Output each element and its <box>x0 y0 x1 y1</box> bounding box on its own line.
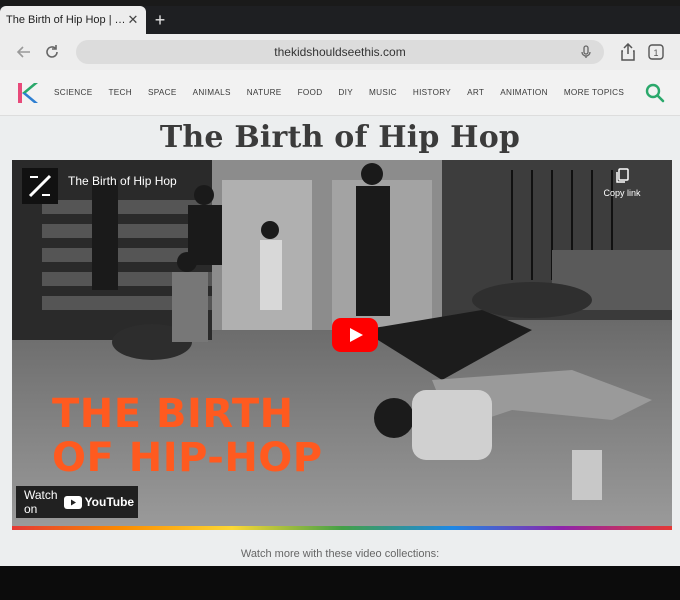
video-title[interactable]: The Birth of Hip Hop <box>68 174 177 188</box>
youtube-play-icon <box>63 495 82 509</box>
overlay-line-1: THE BIRTH <box>52 391 294 437</box>
nav-item-more-topics[interactable]: MORE TOPICS <box>564 88 624 97</box>
address-bar[interactable]: thekidshouldseethis.com <box>76 40 604 64</box>
youtube-wordmark: YouTube <box>84 495 135 509</box>
nav-item-animals[interactable]: ANIMALS <box>193 88 231 97</box>
ipad-device: The Birth of Hip Hop | Th ✕ + thekidshou… <box>0 0 680 600</box>
copy-link-icon <box>616 168 629 183</box>
nav-item-food[interactable]: FOOD <box>298 88 323 97</box>
tab-title: The Birth of Hip Hop | Th <box>6 14 126 26</box>
channel-logo[interactable] <box>22 168 58 204</box>
rainbow-divider <box>12 526 672 530</box>
youtube-logo: YouTube <box>63 495 135 509</box>
collections-caption: Watch more with these video collections: <box>240 548 440 560</box>
browser-screen: The Birth of Hip Hop | Th ✕ + thekidshou… <box>0 0 680 566</box>
nav-item-animation[interactable]: ANIMATION <box>500 88 548 97</box>
site-logo[interactable] <box>14 79 42 107</box>
nav-item-music[interactable]: MUSIC <box>369 88 397 97</box>
tabs-icon[interactable]: 1 <box>642 38 670 66</box>
tab-strip: The Birth of Hip Hop | Th ✕ + <box>0 6 680 34</box>
url-text: thekidshouldseethis.com <box>274 45 406 59</box>
search-icon[interactable] <box>644 82 666 104</box>
nav-item-history[interactable]: HISTORY <box>413 88 451 97</box>
mic-icon[interactable] <box>578 44 594 60</box>
tab-count: 1 <box>653 48 658 58</box>
copy-link-button[interactable]: Copy link <box>592 168 652 198</box>
thumbnail-overlay-title: THE BIRTH OF HIP-HOP <box>52 392 323 480</box>
reload-icon[interactable] <box>38 38 66 66</box>
browser-tab[interactable]: The Birth of Hip Hop | Th ✕ <box>0 6 146 34</box>
site-nav: SCIENCE TECH SPACE ANIMALS NATURE FOOD D… <box>0 70 680 116</box>
tab-close-icon[interactable]: ✕ <box>126 13 140 27</box>
overlay-line-2: OF HIP-HOP <box>52 435 323 481</box>
nav-item-art[interactable]: ART <box>467 88 484 97</box>
nav-item-diy[interactable]: DIY <box>338 88 353 97</box>
watch-on-label: Watch on <box>24 488 58 516</box>
watch-on-youtube-button[interactable]: Watch on YouTube <box>16 486 138 518</box>
nav-item-tech[interactable]: TECH <box>109 88 133 97</box>
nav-item-space[interactable]: SPACE <box>148 88 177 97</box>
play-button[interactable] <box>332 318 378 352</box>
back-arrow-icon[interactable] <box>10 38 38 66</box>
nav-item-nature[interactable]: NATURE <box>247 88 282 97</box>
page-title: The Birth of Hip Hop <box>159 120 521 155</box>
share-icon[interactable] <box>614 38 642 66</box>
device-bezel <box>0 566 680 600</box>
video-player[interactable]: The Birth of Hip Hop Copy link THE BIRTH… <box>12 160 672 526</box>
browser-toolbar: thekidshouldseethis.com 1 <box>0 34 680 70</box>
copy-link-label: Copy link <box>603 188 641 198</box>
new-tab-button[interactable]: + <box>146 6 174 34</box>
nav-item-science[interactable]: SCIENCE <box>54 88 93 97</box>
